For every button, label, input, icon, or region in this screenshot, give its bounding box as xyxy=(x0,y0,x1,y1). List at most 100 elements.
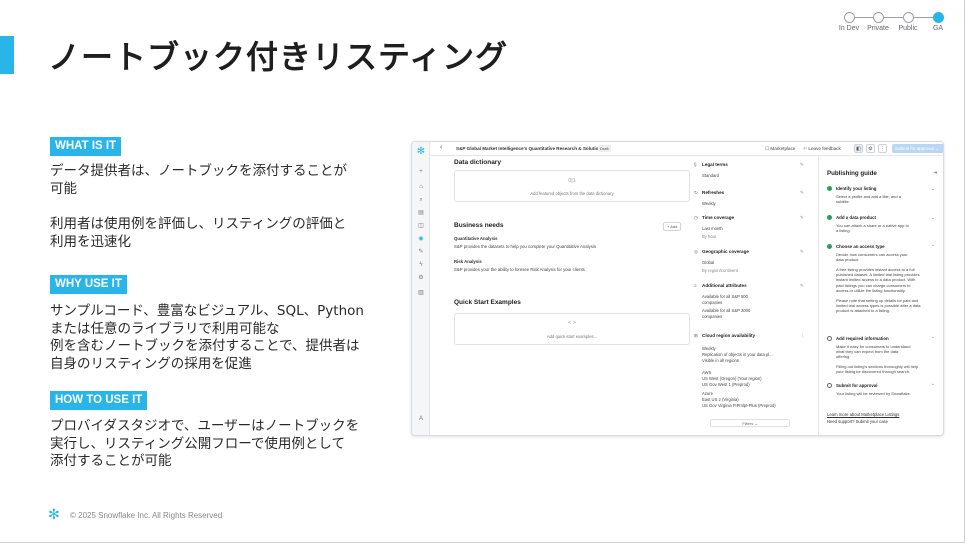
preview-icon[interactable]: ◧ xyxy=(854,144,863,153)
attr-value: Weekly xyxy=(702,201,716,206)
attr-value: US West (Oregon) (Your region) xyxy=(702,376,762,381)
attr-value: Available for all S&P 500 xyxy=(702,294,748,299)
marketplace-toggle[interactable]: ☐ Marketplace xyxy=(765,146,795,152)
publishing-guide-heading: Publishing guide xyxy=(827,170,877,177)
release-stage-tracker: In Dev Private Public GA xyxy=(834,8,950,38)
support-link[interactable]: Need support? Submit your case xyxy=(827,419,888,424)
attr-title: Refreshes xyxy=(702,190,725,195)
chevron-down-icon[interactable]: ⌄ xyxy=(931,215,935,221)
stage-dot-active xyxy=(932,12,944,23)
monitoring-icon[interactable]: ϟ xyxy=(417,261,425,269)
data-dictionary-empty-box[interactable]: 0|1 Add featured objects from the data d… xyxy=(454,170,690,202)
attr-subvalue: By hour xyxy=(702,234,717,239)
edit-pencil-icon[interactable]: ✎ xyxy=(800,190,804,196)
attr-title: Geographic coverage xyxy=(702,249,749,254)
guide-step-title: Choose an access type xyxy=(836,244,885,249)
globe-icon: ◎ xyxy=(694,249,698,254)
edit-pencil-icon[interactable]: ✎ xyxy=(800,249,804,255)
user-avatar-icon[interactable]: A xyxy=(417,415,425,423)
attr-value: Replication of objects in your data pl..… xyxy=(702,352,773,357)
clock-icon: ◷ xyxy=(694,215,698,220)
slide-title: ノートブック付きリスティング xyxy=(48,38,509,76)
cloud-region-icon: ⊞ xyxy=(694,333,698,338)
guide-step-desc: Your listing will be reviewed by Snowfla… xyxy=(836,391,911,396)
list-icon: ≡ xyxy=(694,283,697,288)
attr-subvalue: By region/continent xyxy=(702,268,738,273)
quick-start-heading: Quick Start Examples xyxy=(454,299,521,306)
marketplace-label: Marketplace xyxy=(770,146,796,151)
more-options-icon[interactable]: ⋮ xyxy=(800,333,805,339)
chevron-down-icon[interactable]: ⌄ xyxy=(931,186,935,192)
how-to-use-it-paragraph: プロバイダスタジオで、ユーザーはノートブックを 実行し、リスティング公開フローで… xyxy=(50,418,360,469)
guide-step-desc: Select a profile and add a title, and a … xyxy=(836,194,901,205)
panel-icon[interactable]: ▥ xyxy=(417,289,425,297)
data-icon[interactable]: ◫ xyxy=(417,222,425,230)
attr-title: Additional attributes xyxy=(702,283,747,288)
publishing-guide-panel: Publishing guide ⇥ Identify your listing… xyxy=(818,156,943,435)
filters-button[interactable]: Filters ⌄ xyxy=(710,419,790,427)
search-icon[interactable]: ⌕ xyxy=(417,196,425,204)
chevron-up-icon[interactable]: ⌃ xyxy=(931,244,935,250)
attr-title: Legal terms xyxy=(702,162,728,167)
stage-label: In Dev xyxy=(838,25,860,32)
edit-pencil-icon[interactable]: ✎ xyxy=(800,215,804,221)
ai-ml-icon[interactable]: ✎ xyxy=(417,248,425,256)
plus-icon[interactable]: + xyxy=(417,168,425,176)
more-options-icon[interactable]: ⋮ xyxy=(878,144,887,153)
provider-studio-screenshot: ✻ + ⌂ ⌕ ▤ ◫ ◉ ✎ ϟ ⚙ ▥ A ‹ S&P Global Mar… xyxy=(411,141,944,436)
leave-feedback-link[interactable]: ⚐ Leave feedback xyxy=(803,146,841,152)
circle-icon xyxy=(827,383,832,388)
stage-dot xyxy=(902,12,914,23)
circle-icon xyxy=(827,336,832,341)
draft-badge: Draft xyxy=(598,145,611,152)
listing-top-bar: ‹ S&P Global Market Intelligence's Quant… xyxy=(430,142,943,156)
admin-icon[interactable]: ⚙ xyxy=(417,274,425,282)
guide-step-title: Submit for approval xyxy=(836,383,878,388)
attr-value: Azure xyxy=(702,391,713,396)
attr-value: AWS xyxy=(702,370,712,375)
guide-step-title: Identify your listing xyxy=(836,186,877,191)
attr-value: Last month xyxy=(702,226,723,231)
guide-step-desc: Decide how consumers can access your dat… xyxy=(836,252,921,314)
add-business-need-button[interactable]: + Add xyxy=(663,222,682,231)
badge-how-to-use-it: HOW TO USE IT xyxy=(50,391,148,410)
code-icon: < > xyxy=(568,320,576,326)
quick-start-empty-text: Add quick start examples... xyxy=(546,334,598,339)
badge-why-use-it: WHY USE IT xyxy=(50,275,127,294)
home-icon[interactable]: ⌂ xyxy=(417,183,425,191)
projects-icon[interactable]: ▤ xyxy=(417,209,425,217)
stage-ga: GA xyxy=(923,12,953,32)
attr-value: Available for all S&P 2000 xyxy=(702,308,751,313)
stage-label: Private xyxy=(867,25,889,32)
check-icon xyxy=(827,186,832,191)
chevron-up-icon[interactable]: ⌃ xyxy=(931,336,935,342)
guide-step-desc: Make it easy for consumers to understand… xyxy=(836,344,919,375)
chevron-up-icon[interactable]: ⌃ xyxy=(931,383,935,389)
check-icon xyxy=(827,244,832,249)
refresh-icon: ↻ xyxy=(694,190,698,195)
badge-what-is-it: WHAT IS IT xyxy=(50,137,122,156)
business-needs-heading: Business needs xyxy=(454,222,504,229)
learn-more-link[interactable]: Learn more about Marketplace Listings xyxy=(827,412,899,417)
submit-for-approval-button[interactable]: Submit for approval ⌄ xyxy=(892,144,943,153)
listing-attributes-panel: § Legal terms ✎ Standard ↻ Refreshes ✎ W… xyxy=(694,156,818,435)
attr-value: Global xyxy=(702,260,715,265)
footer: ✻ © 2025 Snowflake Inc. All Rights Reser… xyxy=(48,508,222,522)
edit-pencil-icon[interactable]: ✎ xyxy=(800,162,804,168)
slide: ノートブック付きリスティング In Dev Private Public GA … xyxy=(0,0,965,543)
data-dictionary-empty-text: Add featured objects from the data dicti… xyxy=(530,191,614,196)
feedback-label: Leave feedback xyxy=(808,146,841,151)
snowflake-logo-icon[interactable]: ✻ xyxy=(416,147,426,157)
snowflake-logo-icon: ✻ xyxy=(48,507,60,523)
attr-value: East US 2 (Virginia) xyxy=(702,397,739,402)
business-need-desc: S&P provides the datasets to help you co… xyxy=(454,244,597,249)
quick-start-empty-box[interactable]: < > Add quick start examples... xyxy=(454,313,690,345)
settings-icon[interactable]: ⚙ xyxy=(866,144,875,153)
guide-step-title: Add required information xyxy=(836,336,889,341)
stage-dot xyxy=(843,12,855,23)
collapse-panel-icon[interactable]: ⇥ xyxy=(933,170,937,176)
back-arrow-icon[interactable]: ‹ xyxy=(440,144,442,151)
copyright-text: © 2025 Snowflake Inc. All Rights Reserve… xyxy=(70,510,223,520)
edit-pencil-icon[interactable]: ✎ xyxy=(800,283,804,289)
marketplace-icon[interactable]: ◉ xyxy=(417,235,425,243)
